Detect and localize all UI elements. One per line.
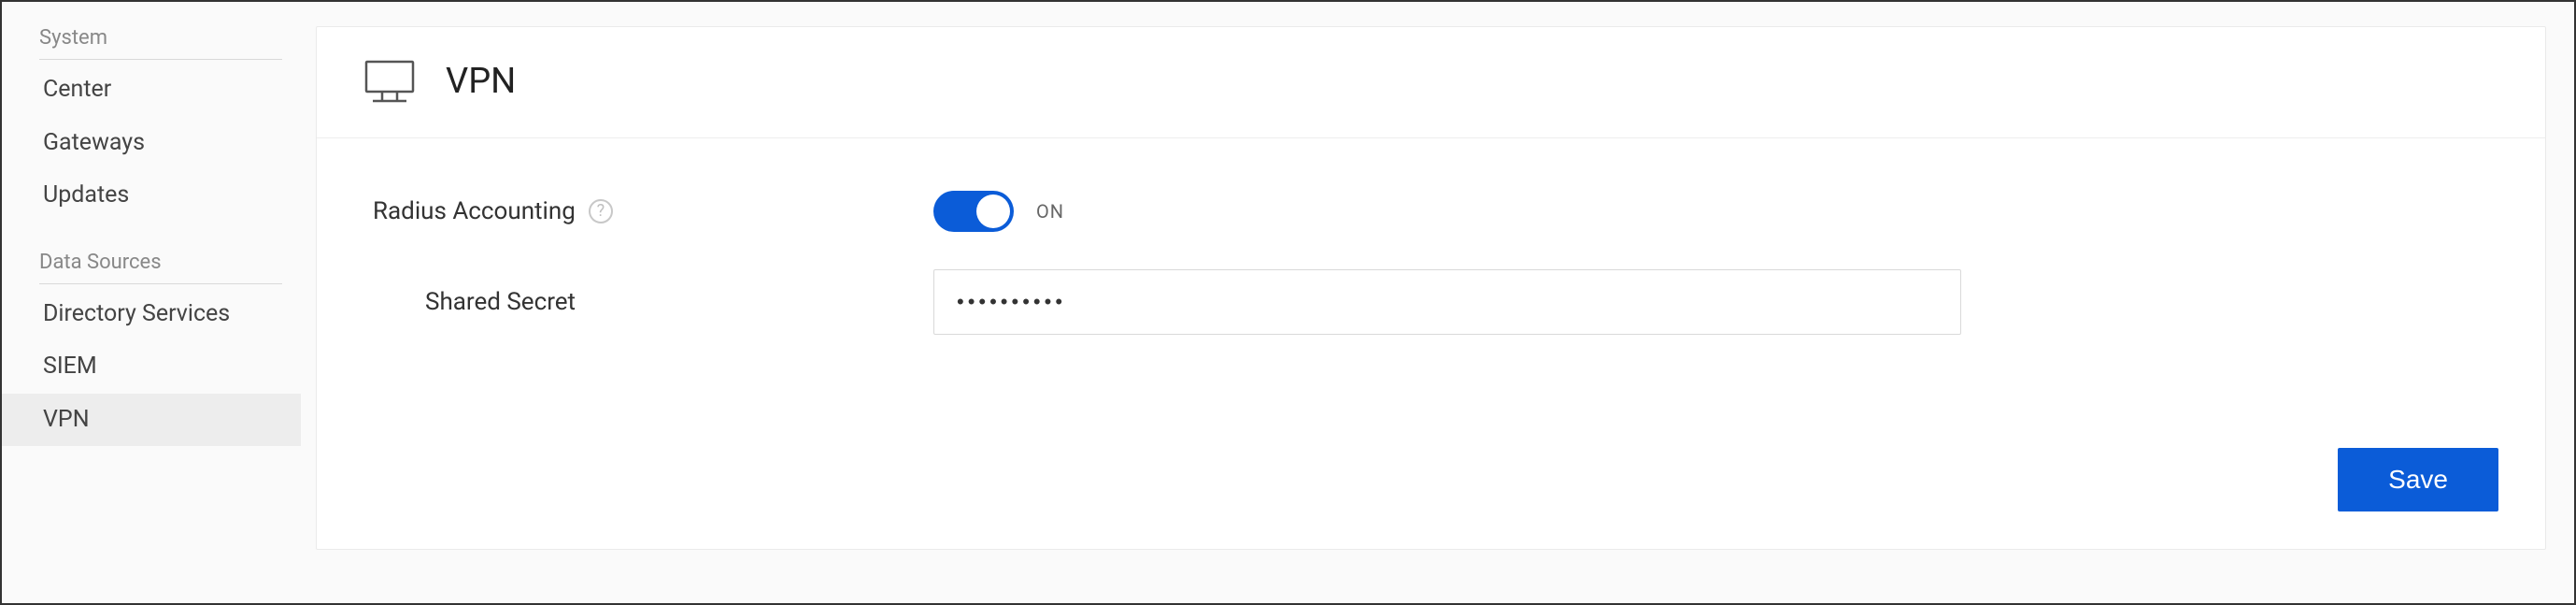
sidebar-item-siem[interactable]: SIEM [39, 340, 301, 394]
card-body: Radius Accounting ? ON Shared Secret [317, 138, 2545, 448]
label-shared-secret: Shared Secret [373, 288, 933, 316]
input-shared-secret[interactable] [933, 269, 1961, 335]
label-shared-secret-text: Shared Secret [425, 288, 576, 316]
app-frame: System Center Gateways Updates Data Sour… [0, 0, 2576, 605]
card-header: VPN [317, 27, 2545, 138]
spacer [39, 223, 301, 245]
content: VPN Radius Accounting ? ON [301, 2, 2574, 603]
label-radius-accounting-text: Radius Accounting [373, 197, 576, 225]
card-footer: Save [317, 448, 2545, 549]
sidebar: System Center Gateways Updates Data Sour… [2, 2, 301, 603]
toggle-radius-accounting[interactable] [933, 191, 1014, 232]
sidebar-item-gateways[interactable]: Gateways [39, 117, 301, 170]
help-icon[interactable]: ? [589, 199, 613, 223]
toggle-state-label: ON [1036, 200, 1064, 223]
toggle-knob [976, 194, 1010, 228]
row-radius-accounting: Radius Accounting ? ON [373, 191, 2489, 232]
row-shared-secret: Shared Secret [373, 269, 2489, 335]
page-title: VPN [446, 61, 516, 102]
sidebar-section-header-data-sources: Data Sources [39, 245, 282, 284]
sidebar-item-center[interactable]: Center [39, 64, 301, 117]
settings-card: VPN Radius Accounting ? ON [316, 26, 2546, 550]
sidebar-section-header-system: System [39, 21, 282, 60]
sidebar-item-updates[interactable]: Updates [39, 169, 301, 223]
save-button[interactable]: Save [2338, 448, 2498, 511]
sidebar-item-vpn[interactable]: VPN [2, 394, 301, 447]
monitor-icon [363, 59, 416, 104]
sidebar-item-directory-services[interactable]: Directory Services [39, 288, 301, 341]
label-radius-accounting: Radius Accounting ? [373, 197, 933, 225]
